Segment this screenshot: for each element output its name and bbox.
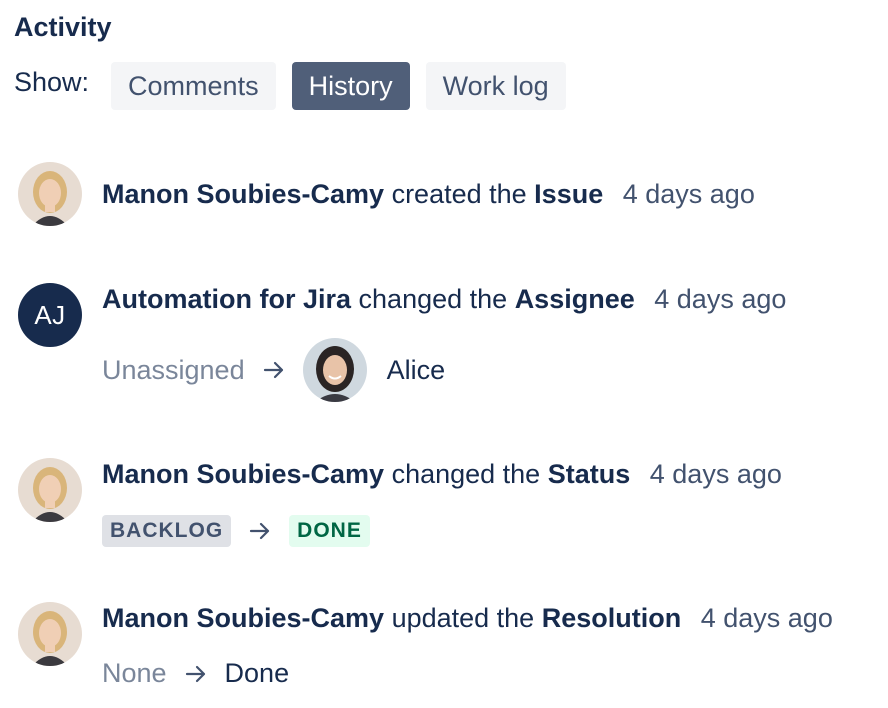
field-name: Issue <box>534 179 604 209</box>
action-verb: changed the <box>358 284 508 314</box>
avatar-manon[interactable] <box>18 162 82 226</box>
arrow-right-icon <box>185 665 205 682</box>
field-name: Assignee <box>514 284 635 314</box>
user-photo-icon <box>18 162 82 226</box>
arrow-right-icon <box>250 522 270 540</box>
new-value: Alice <box>386 354 446 385</box>
timestamp[interactable]: 4 days ago <box>654 284 786 314</box>
user-photo-icon <box>302 338 367 402</box>
status-lozenge-backlog: BACKLOG <box>102 515 232 547</box>
tab-work-log[interactable]: Work log <box>425 62 566 110</box>
avatar-alice[interactable] <box>302 338 367 402</box>
status-lozenge-done: DONE <box>289 515 370 547</box>
tab-comments[interactable]: Comments <box>111 62 276 110</box>
avatar-manon[interactable] <box>18 458 82 522</box>
user-photo-icon <box>18 458 82 522</box>
show-label: Show: <box>14 66 90 97</box>
old-value: Unassigned <box>102 354 245 385</box>
timestamp[interactable]: 4 days ago <box>701 603 833 633</box>
field-name: Status <box>547 459 631 489</box>
new-value: Done <box>224 658 290 688</box>
arrow-right-icon <box>263 361 283 379</box>
show-filter-row: Show: Comments History Work log <box>14 62 582 110</box>
tab-history[interactable]: History <box>291 62 410 110</box>
old-value: None <box>102 658 167 688</box>
avatar-automation[interactable]: AJ <box>18 283 82 347</box>
activity-title: Activity <box>14 12 112 42</box>
user-photo-icon <box>18 602 82 666</box>
action-verb: changed the <box>391 459 541 489</box>
actor-name[interactable]: Manon Soubies-Camy <box>102 459 384 489</box>
avatar-manon[interactable] <box>18 602 82 666</box>
action-verb: updated the <box>391 603 535 633</box>
timestamp[interactable]: 4 days ago <box>623 179 755 209</box>
actor-name[interactable]: Automation for Jira <box>102 284 351 314</box>
actor-name[interactable]: Manon Soubies-Camy <box>102 603 384 633</box>
timestamp[interactable]: 4 days ago <box>650 459 782 489</box>
action-verb: created the <box>391 179 527 209</box>
actor-name[interactable]: Manon Soubies-Camy <box>102 179 384 209</box>
field-name: Resolution <box>541 603 682 633</box>
